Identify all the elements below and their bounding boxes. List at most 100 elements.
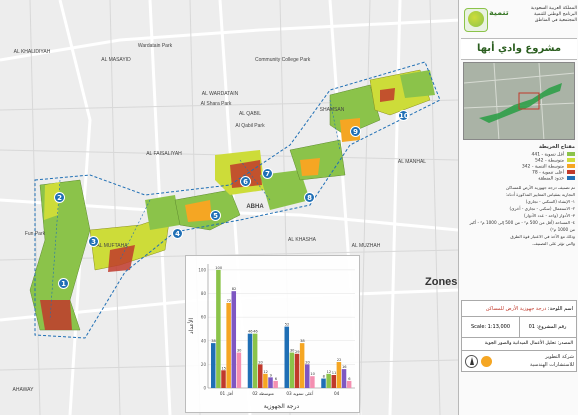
zone-marker[interactable]: 10	[398, 110, 409, 121]
street-label: AHAWAY	[12, 387, 34, 393]
scale-value: Scale: 1:13,000	[462, 317, 520, 338]
bar-data-label: 11	[332, 371, 337, 375]
source-note: المصدر: تحليل الأعمال الميدانية والصور ا…	[462, 337, 576, 351]
north-arrow-icon	[465, 355, 478, 368]
bar-data-label: 12	[263, 370, 268, 374]
bar-data-label: 38	[211, 339, 216, 343]
x-axis-label: درجة الجهوزية	[264, 403, 300, 410]
legend-note: ٢- الاستعمال (سكني - تجاري - أخرى)	[509, 206, 575, 211]
legend-note: ١- الإنشاء (السكني - تجاري)	[525, 199, 575, 204]
bar-data-label: 72	[227, 299, 232, 303]
y-tick-label: 40	[201, 338, 207, 343]
y-tick-label: 100	[198, 267, 206, 272]
sheet-number-row: رقم المشروع: 01	[519, 317, 576, 338]
bar-data-label: 22	[337, 358, 342, 362]
chart-bar	[268, 377, 273, 388]
street-label: AL MUFTAHA	[96, 243, 128, 249]
chart-bar	[321, 378, 326, 388]
company-logo-icon	[481, 356, 492, 367]
zone-marker[interactable]: 8	[304, 192, 315, 203]
bar-data-label: 20	[305, 360, 310, 364]
x-tick-label: أعلى تنموية 03	[286, 390, 313, 396]
chart-bar	[236, 352, 242, 388]
chart-svg: 0204060801003810015728230أقل 0146 4620129…	[187, 264, 355, 410]
zone-marker[interactable]: 6	[240, 176, 251, 187]
legend-note: والتي تؤثر على التصنيف.	[532, 241, 575, 246]
zone-marker[interactable]: 5	[210, 210, 221, 221]
bar-data-label: 9	[270, 373, 273, 377]
zone-marker[interactable]: 7	[262, 168, 273, 179]
chart-bar	[252, 333, 258, 388]
legend-swatch	[567, 164, 575, 168]
chart-bar	[299, 343, 305, 388]
zone-marker[interactable]: 1	[58, 278, 69, 289]
chart-bar	[231, 291, 237, 388]
chart-bar	[341, 369, 347, 388]
logo-icon	[464, 8, 488, 32]
legend-label: متوسطة التنمية - 342	[521, 164, 564, 170]
x-tick-label: 04	[334, 391, 340, 396]
overview-map[interactable]	[463, 62, 575, 140]
sheet-number: 01	[528, 324, 535, 330]
chart-bar	[247, 333, 253, 388]
zones-label: Zones	[425, 276, 458, 288]
bar-data-label: 12	[327, 370, 332, 374]
map-canvas[interactable]: AL KHALIDIYAH AL MASAYID AL WARDATAIN AL…	[0, 0, 458, 415]
zone-marker[interactable]: 4	[172, 228, 183, 239]
legend-label: أقل تنموية - 441	[531, 152, 564, 158]
legend-label: حدود المنطقة	[538, 176, 564, 182]
bar-data-label: 8	[323, 375, 326, 379]
info-panel: تنمية المملكة العربية السعودية البرنامج …	[458, 0, 578, 415]
x-tick-label: أقل 01	[220, 390, 233, 396]
sheet-info: اسم اللوحة: درجة جهوزية الأرض للمساكن Sc…	[461, 300, 577, 372]
y-tick-label: 60	[201, 315, 207, 320]
bar-data-label: 29	[295, 350, 300, 354]
sheet-label: اسم اللوحة:	[547, 306, 573, 312]
bar-chart: 0 20 40 60 80 100 38 100 15 72 82 30 أقل 01 46 46 20 12 9…	[185, 255, 360, 413]
logo-text: تنمية	[489, 8, 509, 17]
street-label: AL FAISALIYAH	[146, 151, 182, 157]
zone-marker[interactable]: 9	[350, 126, 361, 137]
chart-bar	[289, 352, 295, 388]
legend-notes: تم تصنيف درجة جهوزية الأرض للمساكن التجار…	[463, 184, 575, 247]
chart-bar	[226, 302, 231, 388]
legend-label: متوسطة - 542	[534, 158, 564, 164]
street-label: AL MASAYID	[101, 57, 131, 63]
park-label: Wardatain Park	[137, 43, 173, 49]
bar-data-label: 6	[348, 377, 351, 381]
sheet-name-row: اسم اللوحة: درجة جهوزية الأرض للمساكن	[462, 301, 576, 317]
chart-bar	[346, 380, 352, 388]
street-label: AL KHASHA	[288, 237, 316, 243]
chart-bar	[305, 364, 310, 388]
zone-marker[interactable]: 2	[54, 192, 65, 203]
park-label: Al Shara Park	[200, 101, 232, 107]
legend-item: حدود المنطقة	[463, 176, 575, 182]
legend-label: أعلى تنموية - 78	[531, 170, 564, 176]
legend-swatch	[567, 152, 575, 156]
chart-bar	[263, 373, 268, 388]
sheet-name: درجة جهوزية الأرض للمساكن	[485, 306, 547, 312]
legend-swatch	[567, 158, 575, 162]
sheet-number-label: رقم المشروع:	[536, 324, 567, 330]
legend-swatch	[567, 176, 575, 180]
y-tick-label: 20	[201, 362, 207, 367]
bar-data-label: 16	[342, 365, 347, 369]
chart-bar	[258, 364, 263, 388]
bar-data-label: 10	[310, 372, 315, 376]
y-axis-label: الأعداد	[187, 318, 195, 334]
street-label: AL WARDATAIN	[201, 91, 239, 97]
x-tick-label: متوسطة 02	[252, 391, 274, 396]
zone-marker[interactable]: 3	[88, 236, 99, 247]
chart-bar	[336, 362, 342, 388]
street-label: ABHA	[246, 204, 264, 210]
overview-map-drawing	[464, 63, 574, 139]
project-title: مشروع وادي أبها	[461, 38, 577, 60]
bar-data-label: 38	[300, 339, 305, 343]
legend-note: ٣- الأدوار (واحد - عدد الأدوار)	[524, 213, 575, 218]
bar-data-label: 52	[285, 323, 290, 327]
bar-data-label: 30	[237, 349, 242, 353]
org-name: المملكة العربية السعودية البرنامج الوطني…	[530, 6, 577, 23]
chart-bar	[331, 375, 337, 388]
park-label: Al Qabil Park	[235, 123, 265, 129]
legend: أقل تنموية - 441 متوسطة - 542 متوسطة التنم…	[463, 152, 575, 182]
